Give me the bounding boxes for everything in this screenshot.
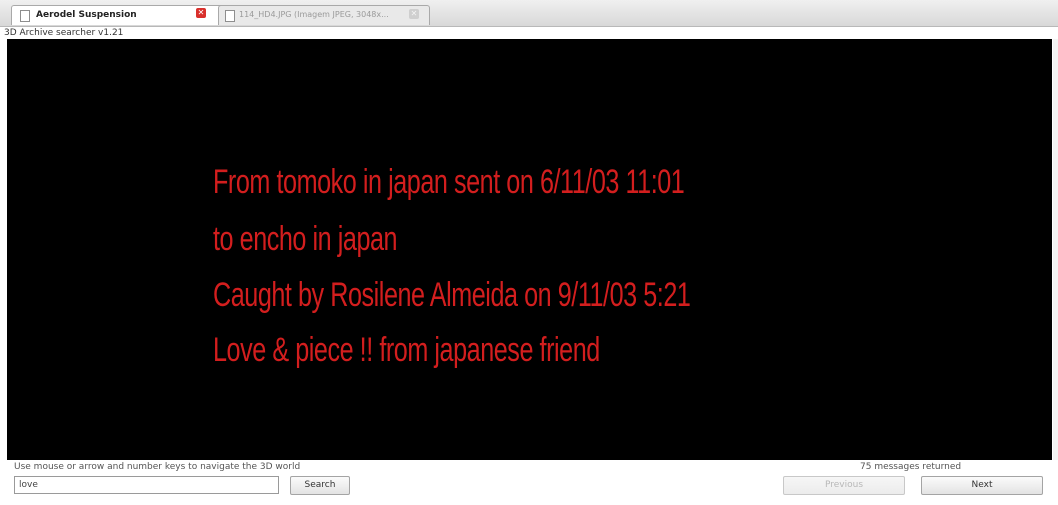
previous-button[interactable]: Previous [783,476,905,495]
message-line-sender: From tomoko in japan sent on 6/11/03 11:… [213,163,685,201]
navigation-hint: Use mouse or arrow and number keys to na… [14,462,301,472]
next-button[interactable]: Next [921,476,1043,495]
message-line-caught-by: Caught by Rosilene Almeida on 9/11/03 5:… [213,276,691,314]
results-count: 75 messages returned [860,462,962,472]
message-line-recipient: to encho in japan [213,220,398,258]
close-tab-icon[interactable]: ✕ [409,9,419,19]
vertical-scrollbar[interactable] [1053,39,1058,460]
app-title: 3D Archive searcher v1.21 [4,28,124,38]
browser-tab-bar: Aerodel Suspension ✕ 114_HD4.JPG (Imagem… [0,0,1058,27]
close-tab-icon[interactable]: ✕ [196,8,206,18]
tab-label: 114_HD4.JPG (Imagem JPEG, 3048x... [239,10,389,19]
3d-viewport[interactable]: From tomoko in japan sent on 6/11/03 11:… [7,39,1052,460]
tab-label: Aerodel Suspension [36,10,137,20]
message-line-text: Love & piece !! from japanese friend [213,331,600,369]
search-input[interactable] [14,476,279,494]
page-icon [225,10,235,22]
page-icon [20,10,30,22]
search-button[interactable]: Search [290,476,350,495]
tab-image-jpeg[interactable]: 114_HD4.JPG (Imagem JPEG, 3048x... ✕ [218,5,430,25]
